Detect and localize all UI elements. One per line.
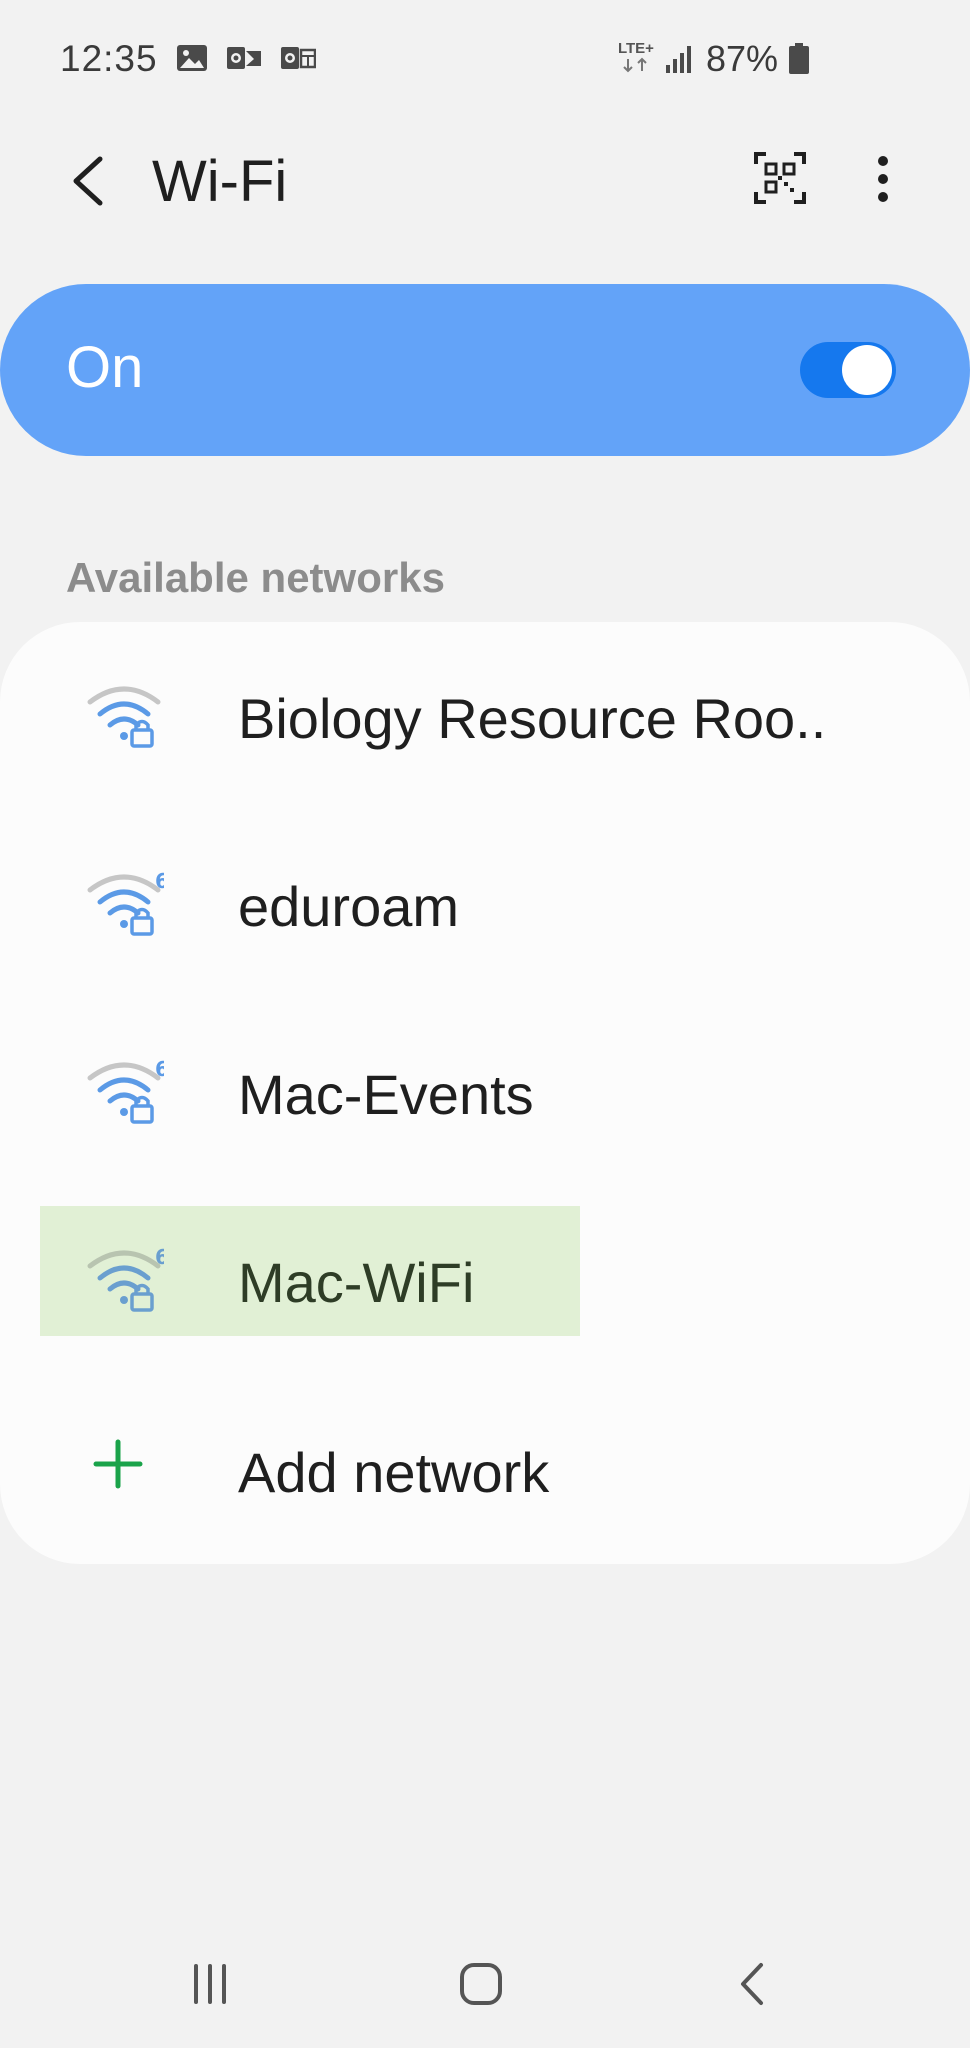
signal-strength-icon xyxy=(665,46,691,73)
battery-percent: 87% xyxy=(705,38,778,79)
available-networks-header: Available networks xyxy=(66,554,445,601)
status-time: 12:35 xyxy=(60,38,158,79)
back-button[interactable] xyxy=(58,146,118,216)
wifi-switch[interactable] xyxy=(800,342,896,398)
recent-apps-icon xyxy=(194,1964,226,2004)
app-bar: Wi-Fi xyxy=(0,120,970,240)
wifi-lock-icon xyxy=(87,686,161,748)
wifi-master-toggle[interactable]: On xyxy=(0,284,970,456)
toggle-label: On xyxy=(66,335,144,400)
nav-back-button[interactable] xyxy=(712,1954,792,2014)
more-options-button[interactable] xyxy=(862,146,904,212)
network-name: Biology Resource Roo.. xyxy=(238,687,827,750)
network-row-eduroam[interactable]: 6 eduroam xyxy=(0,810,970,998)
home-icon xyxy=(460,1963,502,2005)
plus-icon xyxy=(93,1439,143,1489)
battery-icon xyxy=(789,43,809,74)
navigation-bar xyxy=(0,1900,970,2048)
switch-knob xyxy=(842,345,892,395)
page-title: Wi-Fi xyxy=(152,149,288,214)
svg-text:6: 6 xyxy=(155,1245,164,1269)
nav-back-icon xyxy=(741,1963,763,2005)
network-name: eduroam xyxy=(238,875,460,938)
outlook-calendar-icon xyxy=(281,47,316,69)
wifi6-lock-icon: 6 xyxy=(87,1245,164,1312)
qr-code-button[interactable] xyxy=(752,150,808,206)
svg-text:6: 6 xyxy=(155,869,164,893)
network-name: Mac-WiFi xyxy=(238,1251,475,1314)
gallery-icon xyxy=(177,45,207,71)
notification-icons xyxy=(176,44,316,72)
network-row-biology-resource[interactable]: Biology Resource Roo.. xyxy=(0,622,970,810)
home-button[interactable] xyxy=(441,1954,521,2014)
add-network-label: Add network xyxy=(238,1441,550,1504)
network-row-mac-events[interactable]: 6 Mac-Events xyxy=(0,998,970,1186)
status-bar: 12:35 LTE+ 87% xyxy=(0,0,970,120)
lte-indicator: LTE+ xyxy=(617,39,654,78)
more-vertical-icon xyxy=(878,156,888,202)
wifi6-lock-icon: 6 xyxy=(87,869,164,936)
wifi-settings-screen: 12:35 LTE+ 87% Wi-Fi On Available networ… xyxy=(0,0,970,2048)
network-name: Mac-Events xyxy=(238,1063,534,1126)
qr-code-scan-icon xyxy=(754,152,806,204)
recent-apps-button[interactable] xyxy=(170,1954,250,2014)
system-icons: LTE+ 87% xyxy=(618,38,810,80)
back-arrow-icon xyxy=(73,156,103,206)
network-type: LTE+ xyxy=(617,39,654,57)
data-transfer-icon xyxy=(623,57,647,72)
outlook-icon xyxy=(227,47,261,69)
svg-text:6: 6 xyxy=(155,1057,164,1081)
wifi6-lock-icon: 6 xyxy=(87,1057,164,1124)
network-row-mac-wifi[interactable]: 6 Mac-WiFi xyxy=(0,1186,970,1374)
